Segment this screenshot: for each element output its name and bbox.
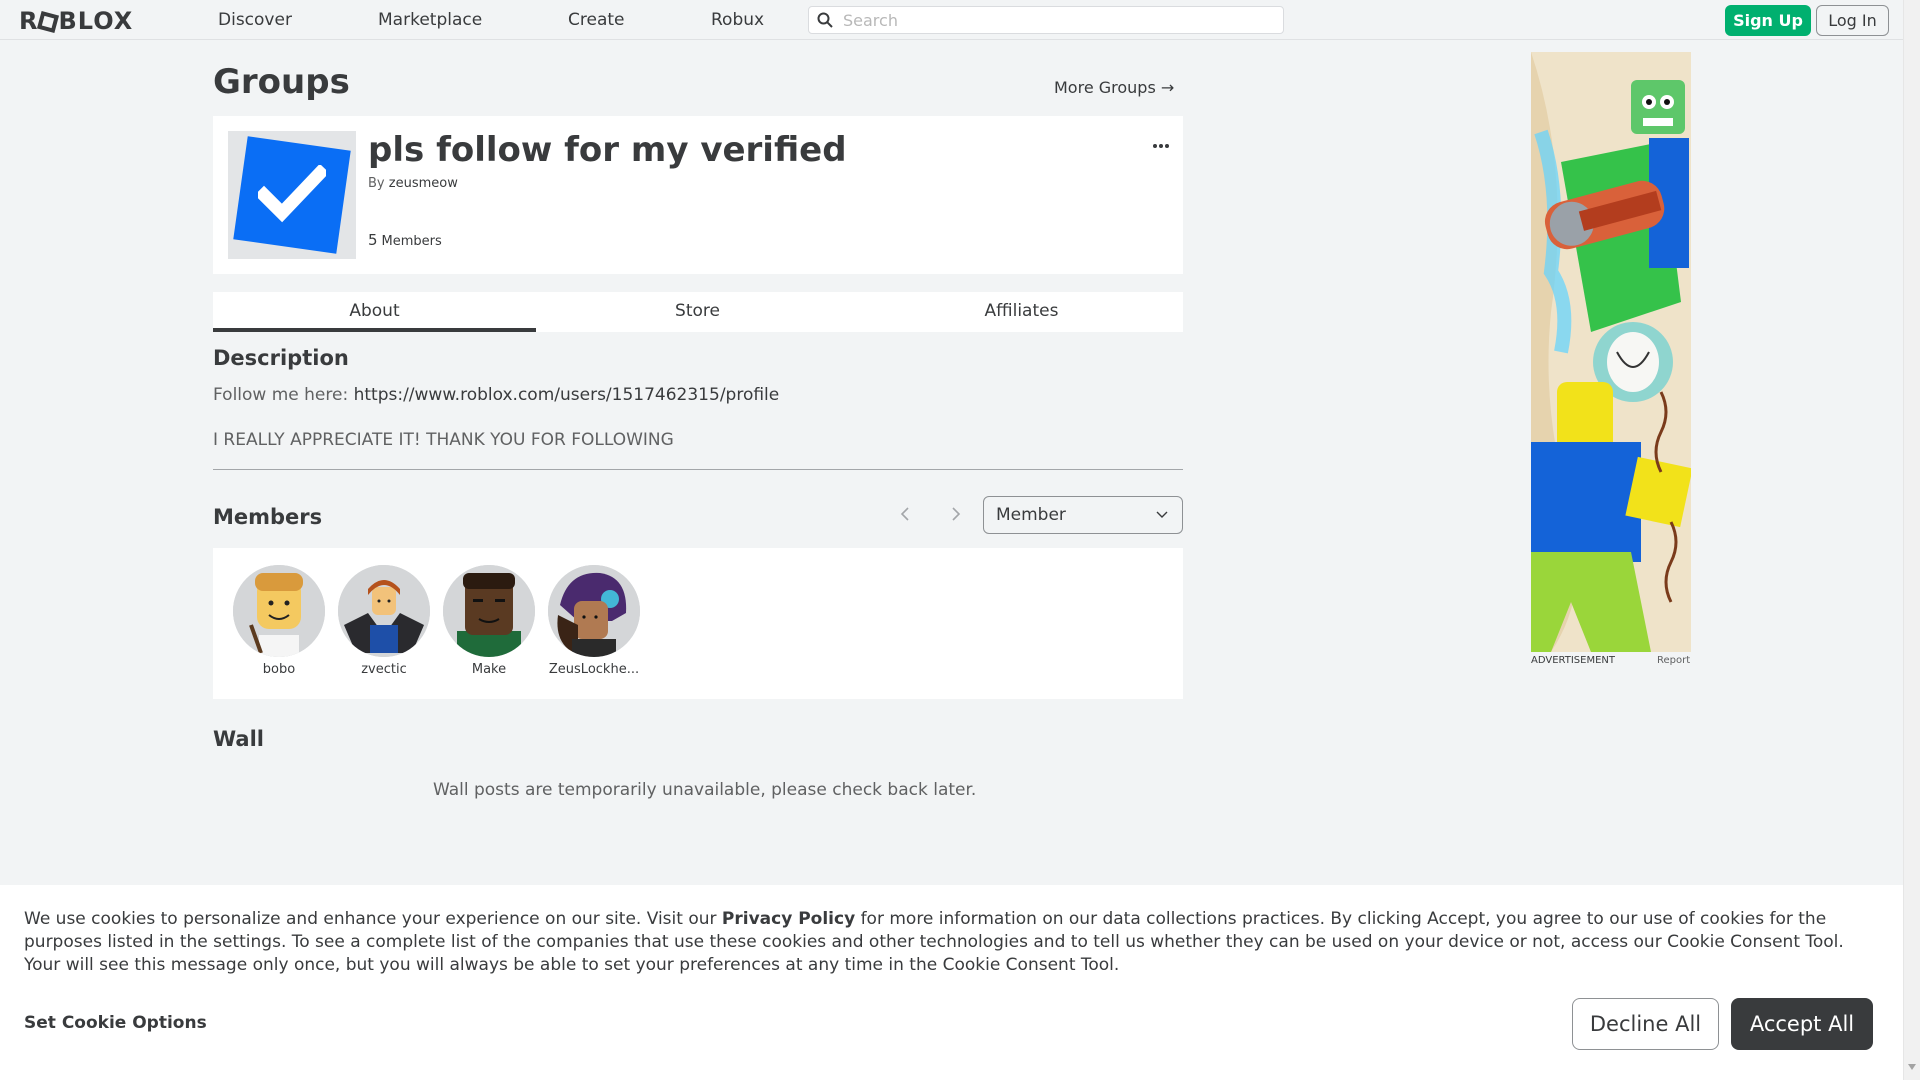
group-member-count: 5 Members [368, 231, 442, 249]
avatar[interactable] [443, 565, 535, 657]
role-select-value: Member [996, 505, 1066, 525]
owner-link[interactable]: zeusmeow [389, 176, 458, 191]
cookie-text-before: We use cookies to personalize and enhanc… [24, 909, 722, 929]
search-input[interactable] [843, 10, 1273, 30]
more-groups-link[interactable]: More Groups → [1054, 78, 1174, 97]
group-header-card: pls follow for my verified By zeusmeow 5… [213, 116, 1183, 274]
sign-up-button[interactable]: Sign Up [1725, 5, 1811, 36]
nav-link-robux[interactable]: Robux [711, 10, 764, 30]
search-box[interactable] [808, 6, 1284, 34]
group-emblem [228, 131, 356, 259]
member-name[interactable]: zvectic [338, 662, 430, 677]
scroll-down-arrow-icon[interactable] [1908, 1064, 1916, 1070]
search-icon [817, 12, 833, 28]
member-count-label: Members [381, 234, 442, 249]
description-line-2: I REALLY APPRECIATE IT! THANK YOU FOR FO… [213, 430, 674, 450]
member-card-bobo[interactable]: bobo [233, 565, 325, 677]
chevron-right-icon[interactable] [950, 505, 962, 523]
tab-about[interactable]: About [213, 292, 536, 332]
members-heading: Members [213, 505, 323, 529]
member-card-zvectic[interactable]: zvectic [338, 565, 430, 677]
description-profile-link[interactable]: https://www.roblox.com/users/1517462315/… [354, 385, 780, 405]
advertisement-image [1531, 52, 1691, 652]
top-navigation: R BLOX Discover Marketplace Create Robux … [0, 0, 1903, 40]
nav-link-create[interactable]: Create [568, 10, 625, 30]
nav-link-marketplace[interactable]: Marketplace [378, 10, 482, 30]
advertisement-label: ADVERTISEMENT [1531, 655, 1616, 666]
page-title: Groups [213, 62, 350, 102]
group-tabs: About Store Affiliates [213, 292, 1183, 332]
wall-heading: Wall [213, 727, 264, 751]
nav-link-discover[interactable]: Discover [218, 10, 292, 30]
report-ad-link[interactable]: Report [1657, 655, 1690, 666]
member-name[interactable]: bobo [233, 662, 325, 677]
group-name: pls follow for my verified [368, 130, 847, 170]
advertisement-banner[interactable] [1531, 52, 1691, 652]
set-cookie-options-link[interactable]: Set Cookie Options [24, 1013, 207, 1033]
cookie-consent-banner: We use cookies to personalize and enhanc… [0, 885, 1903, 1080]
more-options-icon[interactable] [1153, 133, 1173, 148]
avatar[interactable] [233, 565, 325, 657]
avatar[interactable] [338, 565, 430, 657]
member-card-zeuslockhe[interactable]: ZeusLockhe... [548, 565, 640, 677]
checkmark-icon [258, 165, 326, 223]
member-card-make[interactable]: Make [443, 565, 535, 677]
description-heading: Description [213, 346, 349, 370]
avatar[interactable] [548, 565, 640, 657]
privacy-policy-link[interactable]: Privacy Policy [722, 909, 855, 929]
wall-unavailable-message: Wall posts are temporarily unavailable, … [433, 780, 977, 800]
decline-all-button[interactable]: Decline All [1572, 998, 1719, 1050]
roblox-logo[interactable]: R BLOX [19, 7, 133, 35]
cookie-message: We use cookies to personalize and enhanc… [24, 908, 1880, 977]
owner-prefix: By [368, 176, 385, 191]
chevron-down-icon [1156, 511, 1168, 518]
group-owner: By zeusmeow [368, 176, 458, 191]
tab-affiliates[interactable]: Affiliates [860, 292, 1183, 332]
member-count-value: 5 [368, 231, 378, 249]
member-role-select[interactable]: Member [983, 496, 1183, 534]
member-name[interactable]: ZeusLockhe... [548, 662, 640, 677]
member-name[interactable]: Make [443, 662, 535, 677]
log-in-button[interactable]: Log In [1816, 5, 1889, 36]
page-scrollbar[interactable] [1903, 0, 1920, 1080]
description-prefix: Follow me here: [213, 385, 354, 405]
chevron-left-icon[interactable] [899, 505, 911, 523]
description-line-1: Follow me here: https://www.roblox.com/u… [213, 385, 779, 405]
section-divider [213, 469, 1183, 470]
accept-all-button[interactable]: Accept All [1731, 998, 1873, 1050]
tab-store[interactable]: Store [536, 292, 859, 332]
members-list: bobo zvectic Make ZeusLockhe... [213, 548, 1183, 699]
